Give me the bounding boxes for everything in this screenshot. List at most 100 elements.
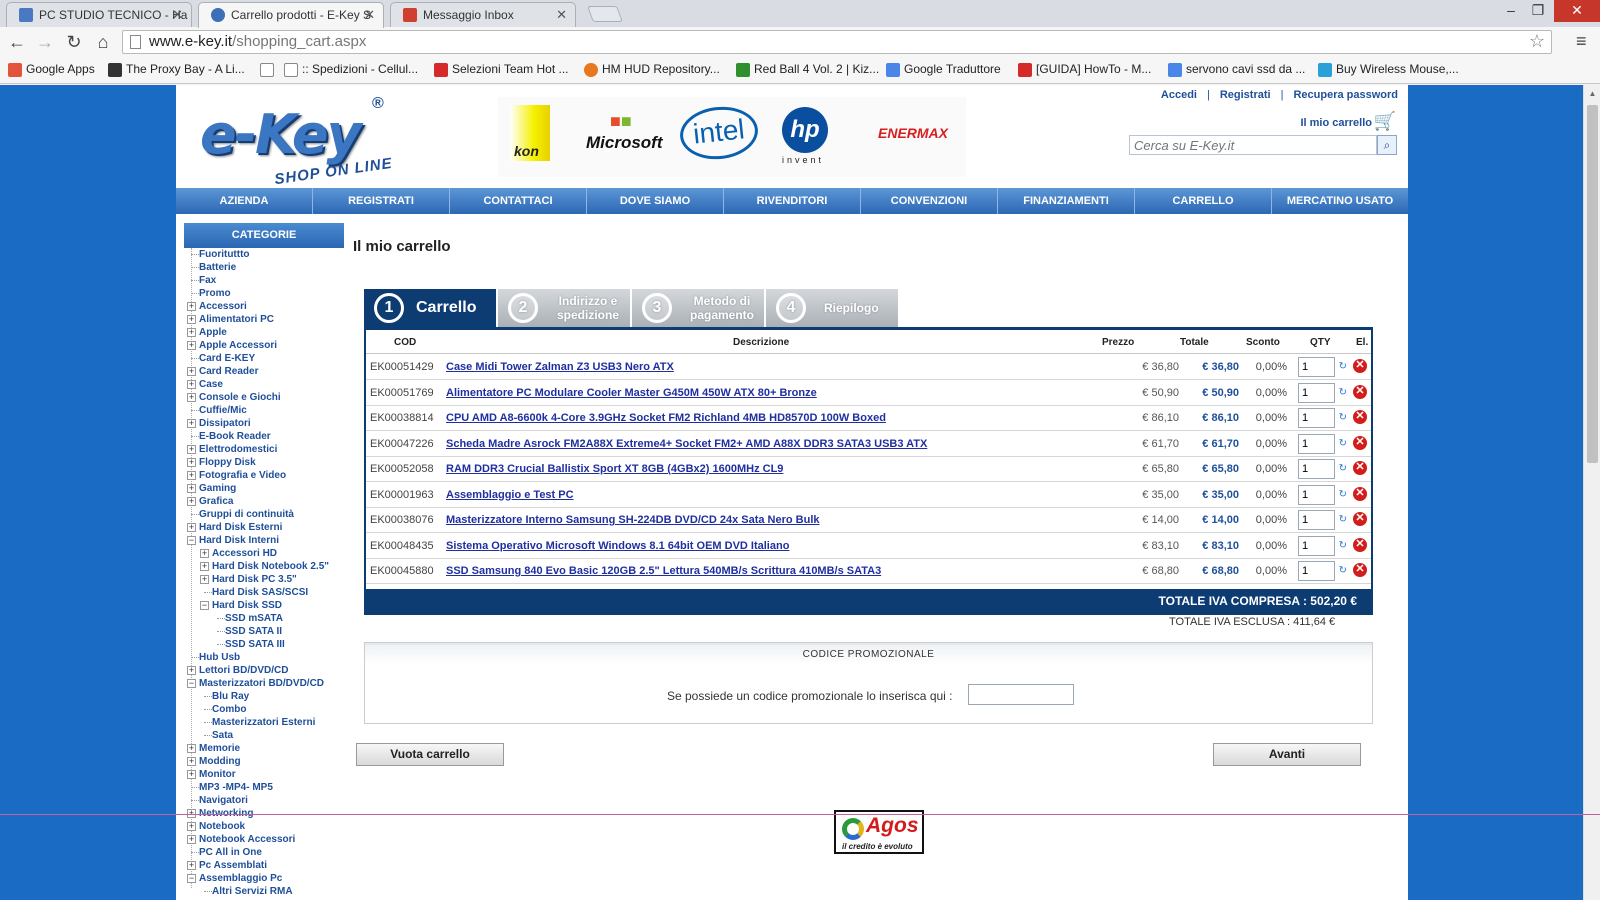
sidebar-category-item[interactable]: Hard Disk SAS/SCSI (184, 586, 344, 599)
sidebar-category-item[interactable]: Hub Usb (184, 651, 344, 664)
sidebar-category-item[interactable]: Cuffie/Mic (184, 404, 344, 417)
nav-rivenditori[interactable]: RIVENDITORI (724, 188, 861, 214)
sidebar-category-item[interactable]: + Case (184, 378, 344, 391)
sidebar-category-item[interactable]: + Apple Accessori (184, 339, 344, 352)
sidebar-category-item[interactable]: + Alimentatori PC (184, 313, 344, 326)
product-link[interactable]: SSD Samsung 840 Evo Basic 120GB 2.5" Let… (446, 565, 881, 577)
my-cart-link[interactable]: Il mio carrello (1300, 117, 1372, 129)
quantity-input[interactable] (1298, 382, 1335, 403)
nav-finanziamenti[interactable]: FINANZIAMENTI (998, 188, 1135, 214)
expand-icon[interactable]: + (187, 822, 196, 831)
quantity-input[interactable] (1298, 561, 1335, 581)
expand-icon[interactable]: + (187, 666, 196, 675)
nav-convenzioni[interactable]: CONVENZIONI (861, 188, 998, 214)
step-payment[interactable]: 3 Metodo di pagamento (632, 289, 764, 327)
sidebar-category-item[interactable]: Promo (184, 287, 344, 300)
page-scrollbar[interactable]: ▲ (1583, 85, 1600, 900)
refresh-quantity-icon[interactable]: ↻ (1339, 412, 1347, 423)
recover-password-link[interactable]: Recupera password (1293, 89, 1398, 101)
sidebar-category-item[interactable]: + Lettori BD/DVD/CD (184, 664, 344, 677)
sidebar-category-item[interactable]: − Assemblaggio Pc (184, 872, 344, 885)
collapse-icon[interactable]: − (187, 874, 196, 883)
expand-icon[interactable]: + (187, 861, 196, 870)
sidebar-category-item[interactable]: Gruppi di continuità (184, 508, 344, 521)
search-icon[interactable]: ⌕ (1377, 135, 1397, 155)
expand-icon[interactable]: + (187, 523, 196, 532)
quantity-input[interactable] (1298, 357, 1335, 377)
expand-icon[interactable]: + (187, 367, 196, 376)
expand-icon[interactable]: + (187, 497, 196, 506)
sidebar-category-item[interactable]: Masterizzatori Esterni (184, 716, 344, 729)
expand-icon[interactable]: + (187, 744, 196, 753)
sidebar-category-item[interactable]: + Apple (184, 326, 344, 339)
sidebar-category-item[interactable]: + Modding (184, 755, 344, 768)
close-tab-icon[interactable]: ✕ (172, 7, 183, 23)
product-link[interactable]: CPU AMD A8-6600k 4-Core 3.9GHz Socket FM… (446, 412, 886, 424)
expand-icon[interactable]: + (187, 770, 196, 779)
product-link[interactable]: Scheda Madre Asrock FM2A88X Extreme4+ So… (446, 438, 927, 450)
bookmark-item[interactable]: HM HUD Repository... (584, 62, 720, 77)
expand-icon[interactable]: + (187, 835, 196, 844)
remove-item-icon[interactable]: ✕ (1353, 537, 1367, 552)
bookmark-item[interactable]: servono cavi ssd da ... (1168, 62, 1305, 77)
sidebar-category-item[interactable]: + Hard Disk Esterni (184, 521, 344, 534)
nav-registrati[interactable]: REGISTRATI (313, 188, 450, 214)
sidebar-category-item[interactable]: − Masterizzatori BD/DVD/CD (184, 677, 344, 690)
agos-banner[interactable]: Agos il credito è evoluto (834, 810, 924, 854)
remove-item-icon[interactable]: ✕ (1353, 435, 1367, 450)
sidebar-category-item[interactable]: + Fotografia e Video (184, 469, 344, 482)
scroll-up-icon[interactable]: ▲ (1584, 89, 1600, 98)
step-cart[interactable]: 1 Carrello (364, 289, 496, 327)
quantity-input[interactable] (1298, 408, 1335, 428)
nav-contattaci[interactable]: CONTATTACI (450, 188, 587, 214)
sidebar-category-item[interactable]: + Memorie (184, 742, 344, 755)
refresh-quantity-icon[interactable]: ↻ (1339, 387, 1347, 398)
sidebar-category-item[interactable]: Combo (184, 703, 344, 716)
bookmark-item[interactable]: Buy Wireless Mouse,... (1318, 62, 1459, 77)
expand-icon[interactable]: + (187, 302, 196, 311)
step-summary[interactable]: 4 Riepilogo (766, 289, 898, 327)
close-window-button[interactable]: ✕ (1554, 0, 1600, 22)
sidebar-category-item[interactable]: SSD SATA II (184, 625, 344, 638)
remove-item-icon[interactable]: ✕ (1353, 512, 1367, 526)
bookmark-star-icon[interactable]: ☆ (1529, 31, 1545, 52)
collapse-icon[interactable]: − (187, 679, 196, 688)
remove-item-icon[interactable]: ✕ (1353, 410, 1367, 424)
product-link[interactable]: Sistema Operativo Microsoft Windows 8.1 … (446, 540, 789, 552)
expand-icon[interactable]: + (187, 380, 196, 389)
maximize-button[interactable]: ❐ (1524, 0, 1552, 22)
quantity-input[interactable] (1298, 433, 1335, 454)
quantity-input[interactable] (1298, 459, 1335, 479)
sidebar-category-item[interactable]: − Hard Disk SSD (184, 599, 344, 612)
bookmark-item[interactable]: Google Traduttore (886, 62, 1001, 77)
refresh-quantity-icon[interactable]: ↻ (1339, 489, 1347, 500)
refresh-quantity-icon[interactable]: ↻ (1339, 361, 1347, 372)
expand-icon[interactable]: + (187, 315, 196, 324)
sidebar-category-item[interactable]: + Elettrodomestici (184, 443, 344, 456)
nav-mercatino-usato[interactable]: MERCATINO USATO (1272, 188, 1408, 214)
sidebar-category-item[interactable]: + Notebook Accessori (184, 833, 344, 846)
new-tab-button[interactable] (587, 6, 623, 22)
sidebar-category-item[interactable]: + Monitor (184, 768, 344, 781)
product-link[interactable]: Masterizzatore Interno Samsung SH-224DB … (446, 514, 820, 526)
collapse-icon[interactable]: − (200, 601, 209, 610)
sidebar-category-item[interactable]: SSD SATA III (184, 638, 344, 651)
refresh-quantity-icon[interactable]: ↻ (1339, 438, 1347, 449)
sidebar-category-item[interactable]: Fuorituttto (184, 248, 344, 261)
remove-item-icon[interactable]: ✕ (1353, 359, 1367, 373)
product-link[interactable]: Case Midi Tower Zalman Z3 USB3 Nero ATX (446, 361, 674, 373)
sidebar-category-item[interactable]: + Hard Disk Notebook 2.5" (184, 560, 344, 573)
expand-icon[interactable]: + (200, 562, 209, 571)
refresh-quantity-icon[interactable]: ↻ (1339, 565, 1347, 576)
search-input[interactable] (1129, 135, 1377, 155)
sidebar-category-item[interactable]: − Hard Disk Interni (184, 534, 344, 547)
collapse-icon[interactable]: − (187, 536, 196, 545)
cart-icon[interactable]: 🛒 (1374, 111, 1396, 132)
menu-hamburger-icon[interactable]: ≡ (1576, 31, 1587, 52)
sidebar-category-item[interactable]: Blu Ray (184, 690, 344, 703)
product-link[interactable]: Assemblaggio e Test PC (446, 489, 574, 501)
product-link[interactable]: Alimentatore PC Modulare Cooler Master G… (446, 387, 817, 399)
refresh-quantity-icon[interactable]: ↻ (1339, 514, 1347, 525)
expand-icon[interactable]: + (200, 549, 209, 558)
quantity-input[interactable] (1298, 535, 1335, 556)
